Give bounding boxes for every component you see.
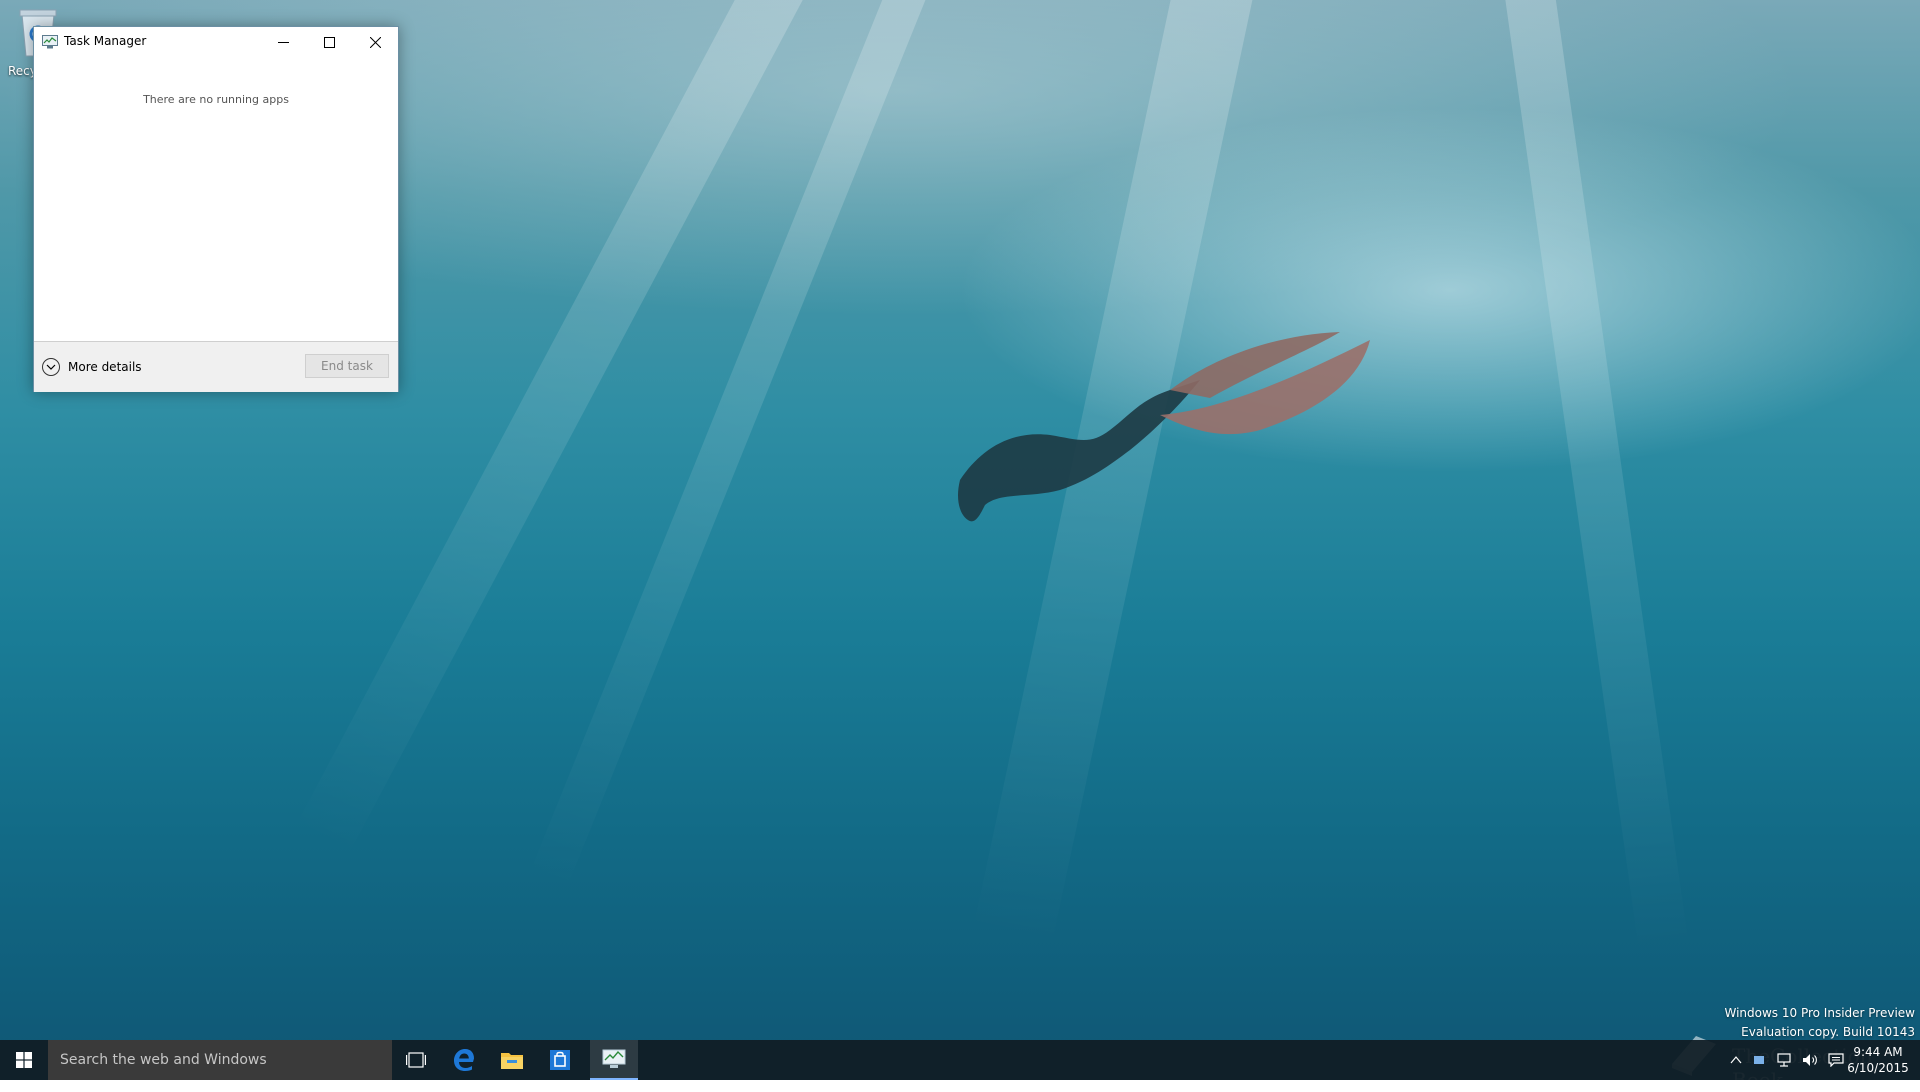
chevron-up-icon[interactable] <box>1730 1054 1742 1066</box>
chevron-down-icon <box>42 358 60 376</box>
start-button[interactable] <box>0 1040 48 1080</box>
system-tray <box>1730 1040 1844 1080</box>
device-icon[interactable] <box>1752 1053 1766 1067</box>
more-details-label: More details <box>68 360 142 374</box>
title-bar[interactable]: Task Manager <box>34 27 398 57</box>
clock[interactable]: 9:44 AM 6/10/2015 <box>1842 1044 1914 1076</box>
minimize-icon <box>277 41 289 43</box>
edge-button[interactable] <box>440 1040 488 1080</box>
maximize-button[interactable] <box>306 27 352 57</box>
close-icon <box>369 36 381 48</box>
store-button[interactable] <box>536 1040 584 1080</box>
file-explorer-button[interactable] <box>488 1040 536 1080</box>
network-icon[interactable] <box>1776 1053 1792 1067</box>
search-placeholder: Search the web and Windows <box>60 1052 267 1068</box>
store-icon <box>550 1050 570 1070</box>
edge-icon <box>454 1049 474 1071</box>
end-task-button[interactable]: End task <box>305 354 389 378</box>
clock-time: 9:44 AM <box>1853 1045 1903 1059</box>
task-manager-taskbar-button[interactable] <box>590 1040 638 1080</box>
task-manager-window[interactable]: Task Manager There are no running apps M… <box>33 26 399 392</box>
maximize-icon <box>323 36 335 48</box>
light-ray <box>1500 0 1689 954</box>
window-title: Task Manager <box>64 34 147 48</box>
task-view-button[interactable] <box>392 1040 440 1080</box>
light-ray <box>526 0 939 895</box>
clock-date: 6/10/2015 <box>1847 1061 1909 1075</box>
search-input[interactable]: Search the web and Windows <box>48 1040 392 1080</box>
volume-icon[interactable] <box>1802 1053 1818 1067</box>
minimize-button[interactable] <box>260 27 306 57</box>
watermark-edition: Windows 10 Pro Insider Preview <box>1724 1006 1915 1020</box>
empty-message: There are no running apps <box>143 93 289 106</box>
app-list: There are no running apps <box>34 57 398 367</box>
folder-icon <box>501 1053 523 1069</box>
taskbar: Search the web and Windows 9:44 AM 6/10/… <box>0 1040 1920 1080</box>
swimmer-silhouette <box>957 332 1370 522</box>
task-view-icon <box>406 1052 426 1068</box>
more-details-button[interactable]: More details <box>42 357 142 377</box>
close-button[interactable] <box>352 27 398 57</box>
task-manager-icon <box>42 35 58 49</box>
windows-logo-icon <box>16 1052 32 1068</box>
task-manager-icon <box>602 1049 626 1068</box>
window-footer: More details End task <box>34 341 398 392</box>
